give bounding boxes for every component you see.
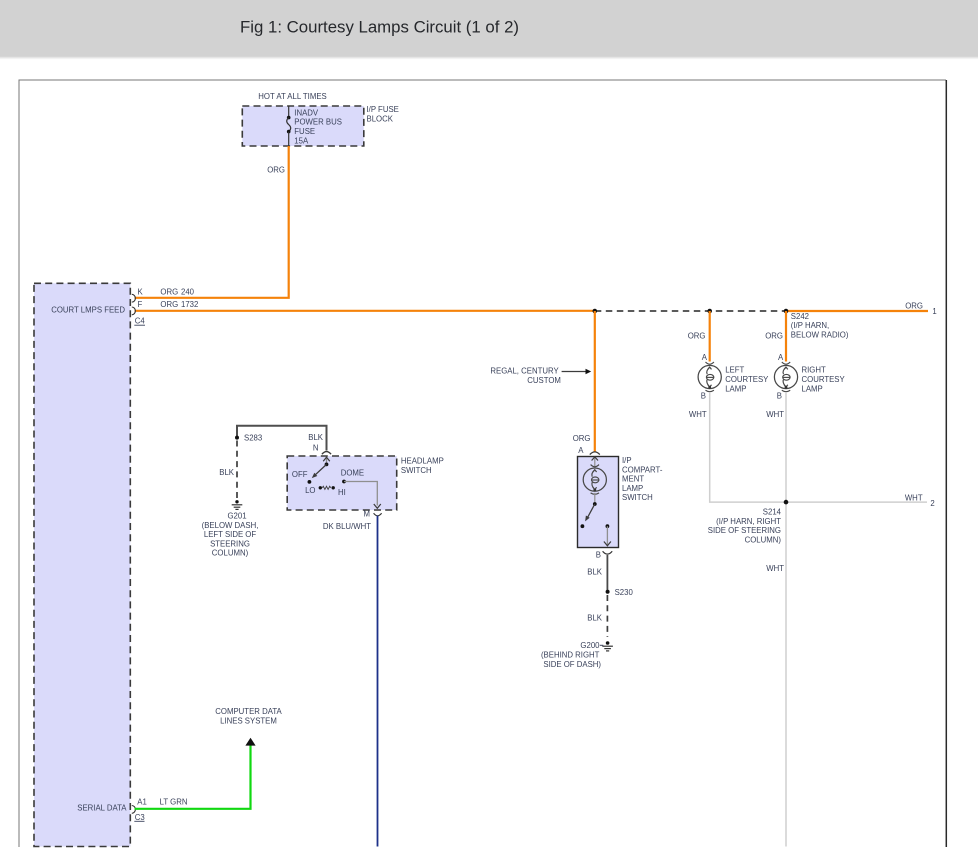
svg-text:COLUMN): COLUMN): [745, 536, 782, 545]
svg-text:B: B: [701, 392, 706, 401]
svg-text:(BELOW DASH,: (BELOW DASH,: [202, 521, 259, 530]
svg-text:S283: S283: [244, 433, 262, 442]
svg-text:F: F: [138, 300, 143, 309]
svg-text:ORG: ORG: [905, 302, 923, 311]
svg-text:I/P: I/P: [622, 456, 632, 465]
svg-text:ORG: ORG: [160, 300, 178, 309]
svg-text:M: M: [364, 510, 371, 519]
svg-text:1: 1: [932, 307, 936, 316]
svg-text:COURTESY: COURTESY: [725, 375, 769, 384]
svg-text:ORG: ORG: [765, 332, 783, 341]
svg-text:S242: S242: [791, 312, 809, 321]
svg-text:240: 240: [181, 287, 195, 296]
svg-text:BLK: BLK: [587, 614, 603, 623]
svg-text:G201: G201: [227, 512, 246, 521]
svg-text:K: K: [138, 287, 144, 296]
svg-text:G200: G200: [580, 641, 600, 650]
svg-text:S230: S230: [615, 588, 634, 597]
svg-text:C4: C4: [135, 317, 146, 326]
svg-text:SIDE OF DASH): SIDE OF DASH): [543, 660, 601, 669]
svg-text:(I/P HARN, RIGHT: (I/P HARN, RIGHT: [716, 517, 781, 526]
svg-text:LEFT SIDE OF: LEFT SIDE OF: [204, 530, 257, 539]
svg-text:WHT: WHT: [689, 410, 707, 419]
svg-text:Fig 1: Courtesy Lamps Circuit: Fig 1: Courtesy Lamps Circuit (1 of 2): [240, 19, 519, 37]
svg-text:BLK: BLK: [587, 568, 603, 577]
svg-text:15A: 15A: [294, 136, 309, 145]
svg-text:ORG: ORG: [688, 332, 706, 341]
svg-text:LAMP: LAMP: [622, 484, 643, 493]
svg-text:SIDE OF STEERING: SIDE OF STEERING: [708, 526, 781, 535]
svg-text:B: B: [777, 392, 782, 401]
svg-text:SWITCH: SWITCH: [401, 466, 432, 475]
svg-text:WHT: WHT: [905, 493, 923, 502]
svg-text:COLUMN): COLUMN): [212, 549, 249, 558]
svg-text:ORG: ORG: [573, 434, 591, 443]
svg-text:A: A: [778, 353, 784, 362]
svg-text:BLOCK: BLOCK: [367, 114, 394, 123]
svg-text:OFF: OFF: [292, 470, 308, 479]
svg-text:HOT AT ALL TIMES: HOT AT ALL TIMES: [258, 92, 326, 101]
svg-text:ORG: ORG: [267, 166, 285, 175]
svg-text:(BEHIND RIGHT: (BEHIND RIGHT: [541, 651, 600, 660]
svg-text:A: A: [702, 353, 708, 362]
svg-text:FUSE: FUSE: [294, 127, 315, 136]
svg-text:DK BLU/WHT: DK BLU/WHT: [323, 522, 371, 531]
svg-text:N: N: [313, 444, 319, 453]
svg-text:C3: C3: [135, 813, 145, 822]
svg-text:BLK: BLK: [219, 468, 235, 477]
svg-text:COMPUTER DATA: COMPUTER DATA: [215, 707, 282, 716]
svg-text:BELOW RADIO): BELOW RADIO): [791, 331, 849, 340]
svg-text:MENT: MENT: [622, 475, 644, 484]
svg-text:COURT LMPS FEED: COURT LMPS FEED: [51, 305, 125, 314]
svg-text:S214: S214: [763, 508, 782, 517]
svg-text:COMPART-: COMPART-: [622, 465, 663, 474]
svg-text:DOME: DOME: [341, 468, 364, 477]
svg-text:HI: HI: [338, 488, 346, 497]
svg-text:1732: 1732: [181, 300, 198, 309]
svg-text:LAMP: LAMP: [802, 384, 823, 393]
svg-text:I/P FUSE: I/P FUSE: [367, 105, 399, 114]
svg-text:WHT: WHT: [766, 564, 784, 573]
svg-text:COURTESY: COURTESY: [802, 375, 846, 384]
svg-text:WHT: WHT: [766, 410, 784, 419]
svg-text:LO: LO: [305, 486, 315, 495]
svg-text:2: 2: [930, 499, 934, 508]
svg-text:SERIAL DATA: SERIAL DATA: [77, 804, 127, 813]
svg-text:HEADLAMP: HEADLAMP: [401, 457, 444, 466]
svg-text:LT GRN: LT GRN: [160, 798, 188, 807]
svg-text:A: A: [578, 446, 584, 455]
svg-text:INADV: INADV: [294, 108, 319, 117]
svg-text:RIGHT: RIGHT: [802, 366, 826, 375]
svg-text:(I/P HARN,: (I/P HARN,: [791, 321, 829, 330]
svg-text:A1: A1: [137, 798, 147, 807]
svg-text:STEERING: STEERING: [210, 539, 250, 548]
svg-text:BLK: BLK: [308, 433, 324, 442]
svg-text:B: B: [596, 551, 601, 560]
svg-text:REGAL, CENTURY: REGAL, CENTURY: [490, 367, 559, 376]
svg-text:SWITCH: SWITCH: [622, 493, 653, 502]
svg-text:POWER BUS: POWER BUS: [294, 118, 342, 127]
svg-text:CUSTOM: CUSTOM: [527, 376, 561, 385]
svg-text:ORG: ORG: [160, 287, 178, 296]
svg-text:LINES SYSTEM: LINES SYSTEM: [220, 717, 277, 726]
svg-text:LEFT: LEFT: [725, 366, 744, 375]
svg-text:LAMP: LAMP: [725, 384, 746, 393]
